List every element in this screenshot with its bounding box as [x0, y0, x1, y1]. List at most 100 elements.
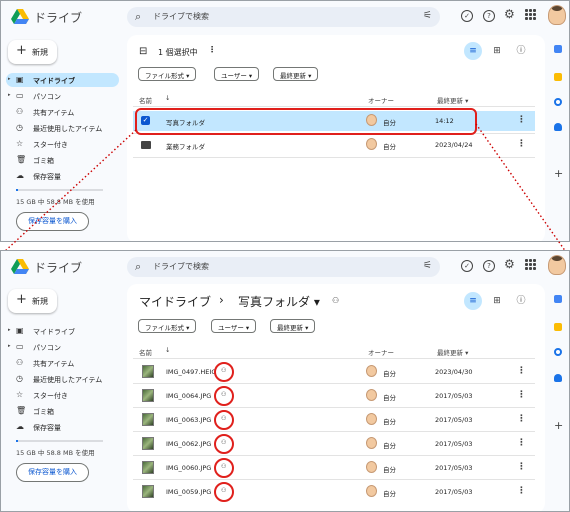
- avatar[interactable]: [548, 5, 566, 25]
- file-list-panel: ⊟ 1 個選択中 ⋮ ≡ ⊞ ⓘ ファイル形式 ▾ ユーザー ▾ 最終更新 ▾ …: [127, 35, 545, 241]
- tune-icon[interactable]: ⚟: [423, 260, 432, 271]
- new-button[interactable]: + 新規: [8, 289, 57, 313]
- sidebar-item-shared[interactable]: ⚇ 共有アイテム: [6, 356, 119, 370]
- sidebar-item-label: 保存容量: [33, 424, 61, 432]
- filter-icon[interactable]: ≡: [464, 292, 482, 310]
- keep-icon[interactable]: [554, 323, 562, 331]
- breadcrumb-current[interactable]: 写真フォルダ ▾: [238, 293, 320, 310]
- table-row[interactable]: 業務フォルダ 自分 2023/04/24 ⋮: [133, 135, 535, 155]
- more-vert-icon[interactable]: ⋮: [517, 414, 526, 424]
- apps-grid-icon[interactable]: [525, 9, 536, 20]
- sidebar-item-shared[interactable]: ⚇ 共有アイテム: [6, 105, 119, 119]
- sidebar-item-computers[interactable]: ▸ ▭ パソコン: [6, 340, 119, 354]
- expand-arrow-icon[interactable]: ▸: [8, 92, 11, 98]
- tasks-icon[interactable]: [554, 98, 562, 106]
- avatar[interactable]: [548, 255, 566, 275]
- info-icon[interactable]: ⓘ: [512, 42, 530, 60]
- tune-icon[interactable]: ⚟: [423, 10, 432, 21]
- column-name[interactable]: 名前: [139, 347, 152, 357]
- sidebar-item-my-drive[interactable]: ▸ ▣ マイドライブ: [6, 324, 119, 338]
- divider: [133, 157, 535, 158]
- sidebar-item-starred[interactable]: ☆ スター付き: [6, 137, 119, 151]
- search-input[interactable]: ⌕ ドライブで検索 ⚟: [127, 7, 440, 27]
- more-vert-icon[interactable]: ⋮: [517, 390, 526, 400]
- status-icon[interactable]: ✓: [461, 10, 473, 22]
- apps-grid-icon[interactable]: [525, 259, 536, 270]
- filter-people[interactable]: ユーザー ▾: [211, 319, 257, 333]
- help-icon[interactable]: ?: [483, 260, 495, 272]
- plus-icon: +: [16, 43, 27, 58]
- sidebar-item-trash[interactable]: 🗑 ゴミ箱: [6, 404, 119, 418]
- trash-icon: 🗑: [16, 406, 27, 415]
- add-addon-icon[interactable]: +: [554, 419, 563, 432]
- more-vert-icon[interactable]: ⋮: [517, 139, 526, 149]
- bottom-screenshot: ドライブ ⌕ ドライブで検索 ⚟ ✓ ? ⚙ + 新規 ▸ ▣ マイドライブ ▸…: [0, 250, 570, 512]
- sidebar-item-computers[interactable]: ▸ ▭ パソコン: [6, 89, 119, 103]
- filter-modified[interactable]: 最終更新 ▾: [273, 67, 319, 81]
- sidebar-item-trash[interactable]: 🗑 ゴミ箱: [6, 153, 119, 167]
- header: ドライブ ⌕ ドライブで検索 ⚟ ✓ ? ⚙: [1, 1, 569, 35]
- more-vert-icon[interactable]: ⋮: [517, 366, 526, 376]
- file-name: IMG_0497.HEIC: [166, 368, 216, 376]
- filter-modified[interactable]: 最終更新 ▾: [270, 319, 316, 333]
- buy-storage-button[interactable]: 保存容量を購入: [16, 463, 89, 482]
- filter-file-type[interactable]: ファイル形式 ▾: [138, 67, 197, 81]
- sidebar-item-storage[interactable]: ☁ 保存容量: [6, 420, 119, 434]
- grid-view-icon[interactable]: ⊞: [488, 42, 506, 60]
- sort-arrow-icon[interactable]: ↓: [165, 94, 170, 102]
- gear-icon[interactable]: ⚙: [504, 7, 515, 21]
- cloud-icon: ☁: [16, 171, 24, 180]
- table-row[interactable]: IMG_0063.JPG ⚇ 自分 2017/05/03 ⋮: [133, 410, 535, 430]
- storage-bar: [16, 189, 103, 191]
- contacts-icon[interactable]: [554, 123, 562, 131]
- contacts-icon[interactable]: [554, 374, 562, 382]
- column-modified[interactable]: 最終更新 ▾: [437, 95, 468, 105]
- file-owner: 自分: [383, 442, 396, 450]
- table-row[interactable]: IMG_0060.JPG ⚇ 自分 2017/05/03 ⋮: [133, 458, 535, 478]
- buy-storage-button[interactable]: 保存容量を購入: [16, 212, 89, 231]
- more-vert-icon[interactable]: ⋮: [517, 115, 526, 125]
- expand-arrow-icon[interactable]: ▸: [8, 76, 11, 82]
- status-icon[interactable]: ✓: [461, 260, 473, 272]
- search-input[interactable]: ⌕ ドライブで検索 ⚟: [127, 257, 440, 277]
- column-name[interactable]: 名前: [139, 95, 152, 105]
- sidebar-item-starred[interactable]: ☆ スター付き: [6, 388, 119, 402]
- breadcrumb-root[interactable]: マイドライブ: [139, 293, 211, 310]
- sort-arrow-icon[interactable]: ↓: [165, 346, 170, 354]
- more-vert-icon[interactable]: ⋮: [517, 438, 526, 448]
- table-row[interactable]: IMG_0064.JPG ⚇ 自分 2017/05/03 ⋮: [133, 386, 535, 406]
- sidebar-item-recent[interactable]: ◷ 最近使用したアイテム: [6, 372, 119, 386]
- new-button[interactable]: + 新規: [8, 40, 57, 64]
- column-owner: オーナー: [368, 349, 394, 357]
- search-icon: ⌕: [135, 10, 142, 23]
- filter-people[interactable]: ユーザー ▾: [214, 67, 260, 81]
- calendar-icon[interactable]: [554, 295, 562, 303]
- tasks-icon[interactable]: [554, 348, 562, 356]
- file-owner: 自分: [383, 418, 396, 426]
- expand-arrow-icon[interactable]: ▸: [8, 343, 11, 349]
- table-row[interactable]: IMG_0497.HEIC ⚇ 自分 2023/04/30 ⋮: [133, 362, 535, 382]
- more-vert-icon[interactable]: ⋮: [517, 462, 526, 472]
- help-icon[interactable]: ?: [483, 10, 495, 22]
- more-vert-icon[interactable]: ⋮: [208, 45, 216, 54]
- filter-icon[interactable]: ≡: [464, 42, 482, 60]
- filter-file-type[interactable]: ファイル形式 ▾: [138, 319, 197, 333]
- new-button-label: 新規: [32, 297, 48, 306]
- calendar-icon[interactable]: [554, 45, 562, 53]
- table-row[interactable]: IMG_0062.JPG ⚇ 自分 2017/05/03 ⋮: [133, 434, 535, 454]
- sidebar-item-recent[interactable]: ◷ 最近使用したアイテム: [6, 121, 119, 135]
- gear-icon[interactable]: ⚙: [504, 257, 515, 271]
- add-addon-icon[interactable]: +: [554, 167, 563, 180]
- grid-view-icon[interactable]: ⊞: [488, 292, 506, 310]
- keep-icon[interactable]: [554, 73, 562, 81]
- sidebar-item-my-drive[interactable]: ▸ ▣ マイドライブ: [6, 73, 119, 87]
- deselect-icon[interactable]: ⊟: [139, 46, 147, 57]
- info-icon[interactable]: ⓘ: [512, 292, 530, 310]
- column-modified[interactable]: 最終更新 ▾: [437, 347, 468, 357]
- table-row[interactable]: IMG_0059.JPG ⚇ 自分 2017/05/03 ⋮: [133, 482, 535, 502]
- more-vert-icon[interactable]: ⋮: [517, 486, 526, 496]
- image-thumbnail: [142, 365, 154, 378]
- expand-arrow-icon[interactable]: ▸: [8, 327, 11, 333]
- file-name: IMG_0060.JPG: [166, 464, 212, 472]
- sidebar-item-storage[interactable]: ☁ 保存容量: [6, 169, 119, 183]
